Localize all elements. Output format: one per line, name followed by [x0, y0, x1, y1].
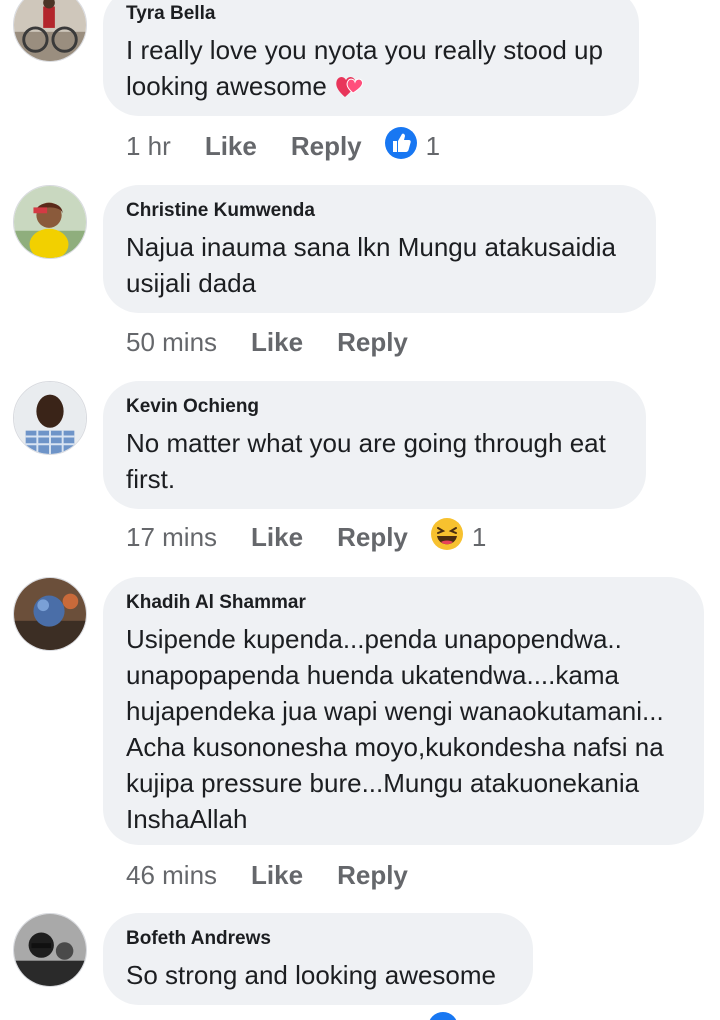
comment-time[interactable]: 17 mins — [126, 522, 217, 553]
comment-text: Usipende kupenda...penda unapopendwa.. u… — [126, 621, 682, 837]
avatar-image — [14, 0, 86, 61]
comment-actions: 1 hr Like Reply 1 — [126, 126, 440, 166]
avatar-image — [14, 578, 86, 650]
comment-line: looking awesome — [126, 68, 617, 110]
author-name[interactable]: Khadih Al Shammar — [126, 591, 682, 615]
comment-line-text: looking awesome — [126, 71, 327, 101]
comment-actions: 46 mins Like Reply — [126, 855, 408, 895]
comment-actions: 50 mins Like Reply — [126, 322, 408, 362]
comment-text: I really love you nyota you really stood… — [126, 32, 617, 110]
reply-button[interactable]: Reply — [337, 860, 408, 891]
comment-line: kujipa pressure bure...Mungu atakuonekan… — [126, 768, 640, 798]
like-button[interactable]: Like — [205, 131, 257, 162]
avatar[interactable] — [13, 913, 87, 987]
comment-bubble[interactable]: Khadih Al Shammar Usipende kupenda...pen… — [103, 577, 704, 845]
reaction-count: 1 — [471, 521, 487, 552]
author-name[interactable]: Tyra Bella — [126, 2, 617, 26]
reaction-summary[interactable]: 1 — [430, 517, 486, 558]
comment-time[interactable]: 50 mins — [126, 327, 217, 358]
comment-time[interactable]: 1 hr — [126, 131, 171, 162]
comment-line: unapopapenda huenda ukatendwa....kama — [126, 660, 619, 690]
comment-bubble[interactable]: Kevin Ochieng No matter what you are goi… — [103, 381, 646, 509]
comment-line: hujapendeka jua wapi wengi wanaokutamani… — [126, 696, 664, 726]
reaction-icon — [428, 1012, 458, 1020]
comment-text: No matter what you are going through eat… — [126, 425, 624, 497]
comment-feed: Tyra Bella I really love you nyota you r… — [0, 0, 720, 1020]
comment-line: Usipende kupenda...penda unapopendwa.. — [126, 624, 622, 654]
like-button[interactable]: Like — [251, 327, 303, 358]
avatar[interactable] — [13, 185, 87, 259]
comment-bubble[interactable]: Christine Kumwenda Najua inauma sana lkn… — [103, 185, 656, 313]
avatar[interactable] — [13, 0, 87, 62]
avatar-image — [14, 914, 86, 986]
author-name[interactable]: Bofeth Andrews — [126, 927, 511, 951]
reaction-count: 1 — [425, 130, 441, 161]
comment-line: usijali dada — [126, 268, 257, 298]
comment-line: Najua inauma sana lkn Mungu atakusaidia — [126, 232, 616, 262]
comment-line: No matter what you are going through eat — [126, 428, 606, 458]
comment-text: So strong and looking awesome — [126, 957, 511, 993]
author-name[interactable]: Christine Kumwenda — [126, 199, 634, 223]
reply-button[interactable]: Reply — [337, 327, 408, 358]
comment-line: Acha kusononesha moyo,kukondesha nafsi n… — [126, 732, 664, 762]
reply-button[interactable]: Reply — [337, 522, 408, 553]
comment-line: InshaAllah — [126, 804, 248, 834]
haha-icon — [430, 517, 464, 558]
reply-button[interactable]: Reply — [291, 131, 362, 162]
avatar[interactable] — [13, 577, 87, 651]
comment-bubble[interactable]: Tyra Bella I really love you nyota you r… — [103, 0, 639, 116]
comment-time[interactable]: 46 mins — [126, 860, 217, 891]
comment-actions: 17 mins Like Reply 1 — [126, 517, 486, 557]
comment-line: So strong and looking awesome — [126, 960, 497, 990]
comment-line: first. — [126, 464, 176, 494]
comment-text: Najua inauma sana lkn Mungu atakusaidia … — [126, 229, 634, 301]
avatar-image — [14, 186, 86, 258]
comment-line: I really love you nyota you really stood… — [126, 35, 603, 65]
heart-icon — [333, 71, 365, 110]
author-name[interactable]: Kevin Ochieng — [126, 395, 624, 419]
avatar-image — [14, 382, 86, 454]
like-button[interactable]: Like — [251, 860, 303, 891]
avatar[interactable] — [13, 381, 87, 455]
like-icon — [384, 126, 418, 167]
comment-bubble[interactable]: Bofeth Andrews So strong and looking awe… — [103, 913, 533, 1005]
reaction-summary[interactable]: 1 — [384, 126, 440, 167]
like-button[interactable]: Like — [251, 522, 303, 553]
